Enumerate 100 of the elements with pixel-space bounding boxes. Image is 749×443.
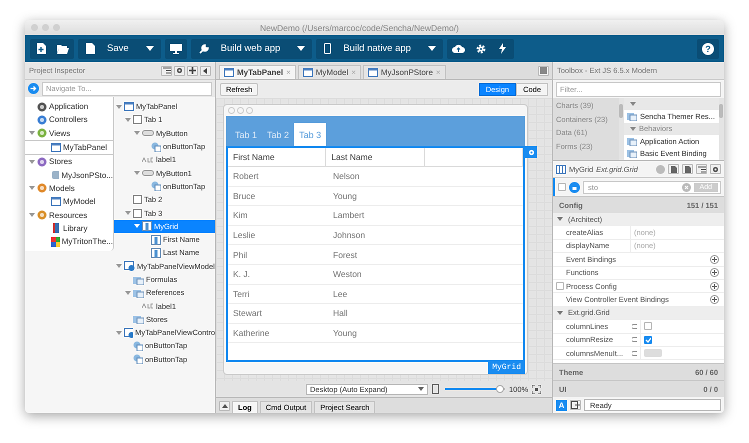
expand-caret-icon[interactable] (125, 118, 131, 122)
expand-caret-icon[interactable] (134, 171, 140, 176)
add-icon[interactable] (710, 295, 719, 304)
expand-caret-icon[interactable] (134, 224, 140, 228)
expand-caret-icon[interactable] (125, 290, 131, 295)
add-icon[interactable] (710, 254, 719, 264)
panel-icon (51, 197, 61, 206)
scrollbar-thumb[interactable] (619, 104, 623, 118)
column-header[interactable]: Last Name (326, 148, 425, 166)
left-arrow-icon (203, 68, 208, 74)
expand-caret-icon[interactable] (29, 131, 35, 136)
object-value-field[interactable] (644, 349, 662, 358)
folder-icon (133, 314, 144, 324)
document-icon (684, 166, 690, 172)
add-icon[interactable] (710, 268, 719, 278)
scrollbar-thumb[interactable] (719, 104, 723, 118)
up-caret-icon (222, 404, 228, 408)
add-button[interactable] (187, 66, 198, 76)
help-button[interactable]: ? (697, 38, 719, 58)
document-tab[interactable]: MyTabPanel × (219, 65, 296, 79)
navigate-icon[interactable] (28, 83, 39, 94)
table-cell-text: Young (332, 190, 358, 203)
settings-icon (176, 67, 183, 74)
close-dot[interactable] (31, 24, 38, 31)
project-item[interactable]: MyTritonThe... (25, 234, 113, 248)
table-cell-text: K. J. (232, 268, 252, 282)
expand-caret-icon[interactable] (29, 186, 35, 190)
folder-icon (57, 44, 69, 54)
handler-icon (151, 181, 161, 192)
expand-caret-icon[interactable] (134, 131, 140, 136)
project-item[interactable]: Library (25, 222, 113, 235)
export-button[interactable] (570, 400, 581, 410)
table-cell-text: Katherine (232, 327, 270, 340)
checkbox[interactable] (556, 282, 564, 290)
column-icon (151, 234, 161, 245)
slider-thumb[interactable] (496, 385, 504, 393)
document-tab[interactable]: MyModel × (298, 65, 361, 79)
column-header[interactable]: First Name (228, 148, 326, 166)
project-item[interactable]: Resources (25, 208, 113, 222)
plus-icon (189, 67, 196, 74)
table-cell-text: Hall (332, 307, 349, 320)
expand-caret-icon[interactable] (116, 330, 122, 335)
document-icon (670, 166, 676, 172)
add-icon[interactable] (710, 282, 719, 291)
list-icon (162, 67, 170, 74)
caret-icon (146, 46, 154, 51)
settings-button[interactable] (174, 66, 185, 76)
list-button[interactable] (696, 164, 707, 174)
checkbox[interactable] (558, 183, 566, 191)
table-cell-text: Kim (232, 209, 249, 222)
minimize-dot[interactable] (42, 24, 49, 31)
collapse-caret-icon[interactable] (557, 310, 563, 315)
category-icon (37, 156, 47, 167)
project-item[interactable]: Views (25, 126, 113, 140)
project-item[interactable]: MyModel (25, 195, 113, 208)
clear-icon[interactable] (682, 182, 691, 192)
settings-button[interactable] (710, 164, 721, 174)
project-item[interactable]: MyTabPanel (25, 140, 113, 156)
category-icon (37, 210, 47, 220)
component-icon (627, 111, 637, 122)
expand-caret-icon[interactable] (116, 104, 122, 109)
document-button[interactable] (682, 164, 693, 174)
collapse-caret-icon[interactable] (630, 102, 636, 106)
settings-icon (528, 148, 534, 156)
square-icon (540, 67, 547, 74)
collapse-caret-icon[interactable] (557, 217, 563, 222)
fit-icon[interactable] (532, 384, 542, 394)
expand-caret-icon[interactable] (116, 264, 122, 268)
panel-icon (302, 68, 313, 77)
table-cell-text: Young (332, 327, 358, 340)
project-item[interactable]: Application (25, 100, 113, 114)
project-item[interactable]: MyJsonPSto... (25, 168, 113, 182)
maximize-button[interactable] (538, 66, 549, 76)
document-tab[interactable]: MyJsonPStore × (362, 65, 446, 79)
zoom-dot[interactable] (53, 24, 60, 31)
project-item[interactable]: Controllers (25, 113, 113, 127)
expand-caret-icon[interactable] (29, 213, 35, 218)
link-icon[interactable] (632, 337, 637, 342)
list-button[interactable] (161, 66, 172, 76)
document-button[interactable] (668, 164, 679, 174)
expand-caret-icon[interactable] (125, 211, 131, 216)
wrench-icon (198, 44, 209, 54)
link-icon[interactable] (632, 324, 637, 329)
button-icon (142, 170, 154, 176)
checkbox[interactable] (644, 322, 652, 330)
collapse-button[interactable] (200, 66, 211, 76)
project-item[interactable]: Models (25, 182, 113, 196)
label-icon (142, 156, 154, 163)
link-icon[interactable] (632, 350, 637, 356)
grid-icon (142, 221, 152, 232)
view-model-icon (124, 328, 134, 338)
help-icon[interactable] (656, 164, 665, 174)
window-title: NewDemo (/Users/marcoc/code/Sencha/NewDemo/) (260, 22, 459, 32)
expand-caret-icon[interactable] (29, 160, 35, 164)
project-item[interactable]: Stores (25, 155, 113, 168)
checkbox[interactable] (644, 336, 652, 344)
collapse-caret-icon[interactable] (630, 126, 636, 131)
lightning-icon (499, 43, 506, 54)
expand-button[interactable] (219, 400, 230, 410)
palette-icon (51, 236, 60, 247)
